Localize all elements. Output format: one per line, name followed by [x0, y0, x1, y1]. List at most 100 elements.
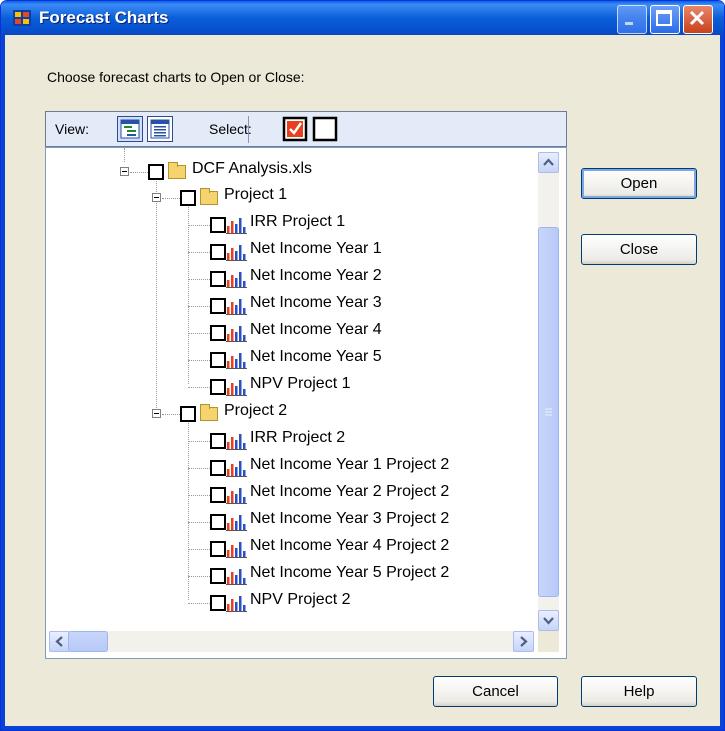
minimize-icon: [625, 22, 633, 25]
checkbox[interactable]: [210, 271, 226, 287]
maximize-button[interactable]: [650, 5, 680, 34]
folder-icon: [200, 404, 218, 421]
chevron-down-icon: [543, 617, 554, 625]
tree-line: [162, 198, 180, 199]
scroll-up-button[interactable]: [538, 152, 559, 173]
view-select-toolbar: View: Select:: [45, 111, 567, 147]
tree-node-chart[interactable]: Net Income Year 4: [188, 321, 528, 345]
checkbox[interactable]: [210, 379, 226, 395]
tree-node-label: Net Income Year 2: [250, 267, 382, 284]
tree-view-button[interactable]: [117, 116, 143, 142]
window-frame-left: [1, 35, 5, 730]
checkbox[interactable]: [210, 514, 226, 530]
scroll-down-button[interactable]: [538, 610, 559, 631]
checkbox[interactable]: [210, 325, 226, 341]
tree-node-label: IRR Project 1: [250, 213, 346, 230]
checkbox[interactable]: [180, 190, 196, 206]
tree-line: [188, 387, 210, 388]
tree-node-chart[interactable]: Net Income Year 2 Project 2: [188, 483, 528, 507]
checkbox[interactable]: [210, 595, 226, 611]
title-bar[interactable]: Forecast Charts: [1, 1, 724, 35]
checkbox[interactable]: [210, 487, 226, 503]
tree-node-chart[interactable]: Net Income Year 5: [188, 348, 528, 372]
tree-node-label: Net Income Year 3 Project 2: [250, 510, 450, 527]
checkbox[interactable]: [210, 244, 226, 260]
scroll-left-button[interactable]: [49, 631, 70, 652]
window-frame-right: [720, 35, 724, 730]
tree-node-label: Net Income Year 4 Project 2: [250, 537, 450, 554]
tree-line: [188, 522, 210, 523]
tree-node-project[interactable]: Project 1: [152, 186, 452, 210]
tree-node-chart[interactable]: NPV Project 2: [188, 591, 528, 615]
checkbox[interactable]: [148, 164, 164, 180]
folder-icon: [200, 188, 218, 205]
tree-line: [188, 279, 210, 280]
select-none-button[interactable]: [312, 116, 338, 142]
collapse-icon[interactable]: [152, 193, 161, 202]
horizontal-scrollbar[interactable]: [49, 631, 534, 652]
checkbox[interactable]: [210, 298, 226, 314]
tree-node-label: NPV Project 2: [250, 591, 351, 608]
checkbox[interactable]: [210, 352, 226, 368]
tree-node-label: DCF Analysis.xls: [192, 160, 313, 177]
tree-node-label: IRR Project 2: [250, 429, 346, 446]
tree-node-chart[interactable]: Net Income Year 3: [188, 294, 528, 318]
tree-node-chart[interactable]: Net Income Year 1 Project 2: [188, 456, 528, 480]
tree-node-label: Project 1: [224, 186, 288, 203]
maximize-icon: [656, 10, 672, 26]
scrollbar-corner: [538, 631, 559, 652]
tree-node-chart[interactable]: Net Income Year 4 Project 2: [188, 537, 528, 561]
tree-node-chart[interactable]: Net Income Year 1: [188, 240, 528, 264]
checkbox[interactable]: [210, 568, 226, 584]
open-button[interactable]: Open: [581, 168, 697, 199]
checked-checkbox-icon: [282, 116, 308, 142]
tree-line: [188, 549, 210, 550]
tree-view-icon: [120, 119, 140, 139]
bar-chart-icon: [226, 326, 247, 342]
bar-chart-icon: [226, 245, 247, 261]
bar-chart-icon: [226, 380, 247, 396]
checkbox[interactable]: [210, 217, 226, 233]
checkbox[interactable]: [210, 433, 226, 449]
tree-node-chart[interactable]: IRR Project 1: [188, 213, 528, 237]
tree-node-chart[interactable]: Net Income Year 5 Project 2: [188, 564, 528, 588]
collapse-icon[interactable]: [120, 167, 129, 176]
vertical-scroll-thumb[interactable]: [538, 227, 559, 597]
chevron-right-icon: [520, 636, 528, 647]
tree-node-chart[interactable]: Net Income Year 2: [188, 267, 528, 291]
horizontal-scroll-thumb[interactable]: [68, 631, 108, 652]
tree-node-label: Net Income Year 5: [250, 348, 382, 365]
scroll-right-button[interactable]: [513, 631, 534, 652]
tree-line: [188, 576, 210, 577]
checkbox[interactable]: [180, 406, 196, 422]
tree-node-label: NPV Project 1: [250, 375, 351, 392]
close-window-button[interactable]: [683, 5, 713, 34]
checkbox[interactable]: [210, 460, 226, 476]
select-all-button[interactable]: [282, 116, 308, 142]
list-view-button[interactable]: [147, 116, 173, 142]
tree-line: [188, 468, 210, 469]
help-button[interactable]: Help: [581, 676, 697, 707]
tree-node-label: Net Income Year 1 Project 2: [250, 456, 450, 473]
tree-node-chart[interactable]: IRR Project 2: [188, 429, 528, 453]
cancel-button[interactable]: Cancel: [433, 676, 558, 707]
checkbox[interactable]: [210, 541, 226, 557]
tree-line: [162, 414, 180, 415]
close-button[interactable]: Close: [581, 234, 697, 265]
tree-node-chart[interactable]: Net Income Year 3 Project 2: [188, 510, 528, 534]
bar-chart-icon: [226, 461, 247, 477]
tree-node-chart[interactable]: NPV Project 1: [188, 375, 528, 399]
chart-tree[interactable]: DCF Analysis.xls Project 1 IRR Project 1 N…: [45, 147, 567, 659]
bar-chart-icon: [226, 272, 247, 288]
tree-line: [188, 603, 210, 604]
tree-line: [188, 225, 210, 226]
select-label: Select:: [209, 121, 252, 137]
tree-node-project[interactable]: Project 2: [152, 402, 452, 426]
tree-node-label: Project 2: [224, 402, 288, 419]
bar-chart-icon: [226, 569, 247, 585]
tree-node-workbook[interactable]: DCF Analysis.xls: [120, 160, 420, 184]
tree-line: [188, 495, 210, 496]
collapse-icon[interactable]: [152, 409, 161, 418]
tree-line: [188, 441, 210, 442]
close-icon: [689, 10, 705, 26]
